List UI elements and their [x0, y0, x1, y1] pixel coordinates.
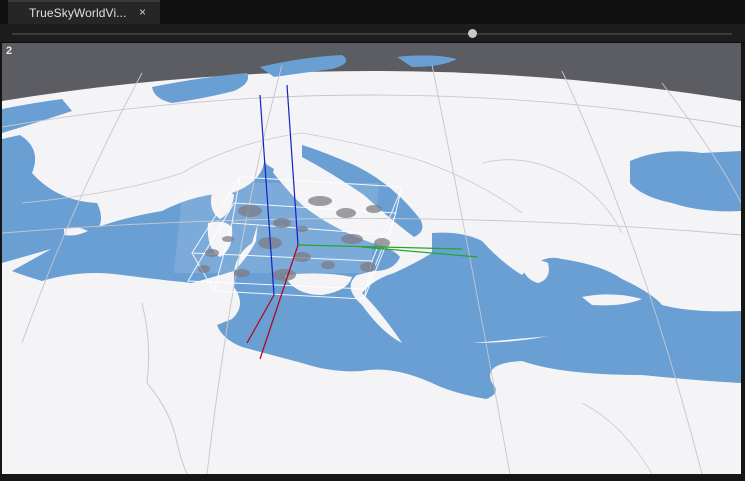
viewport-index-label: 2: [6, 45, 13, 57]
tab-title: TrueSkyWorldVi...: [29, 6, 127, 20]
timeline-slider-thumb[interactable]: [468, 29, 478, 38]
viewport-toolbar: [0, 24, 745, 43]
tab-trueskyworldview[interactable]: TrueSkyWorldVi... ×: [8, 0, 160, 24]
cloud-volume-fill: [173, 183, 380, 273]
timeline-slider-track[interactable]: [12, 33, 732, 35]
close-icon[interactable]: ×: [139, 5, 146, 19]
viewport-bottom-border: [0, 474, 745, 481]
globe-scene: [2, 43, 741, 474]
world-viewport[interactable]: 2: [2, 43, 741, 474]
tab-bar: TrueSkyWorldVi... ×: [0, 0, 745, 24]
